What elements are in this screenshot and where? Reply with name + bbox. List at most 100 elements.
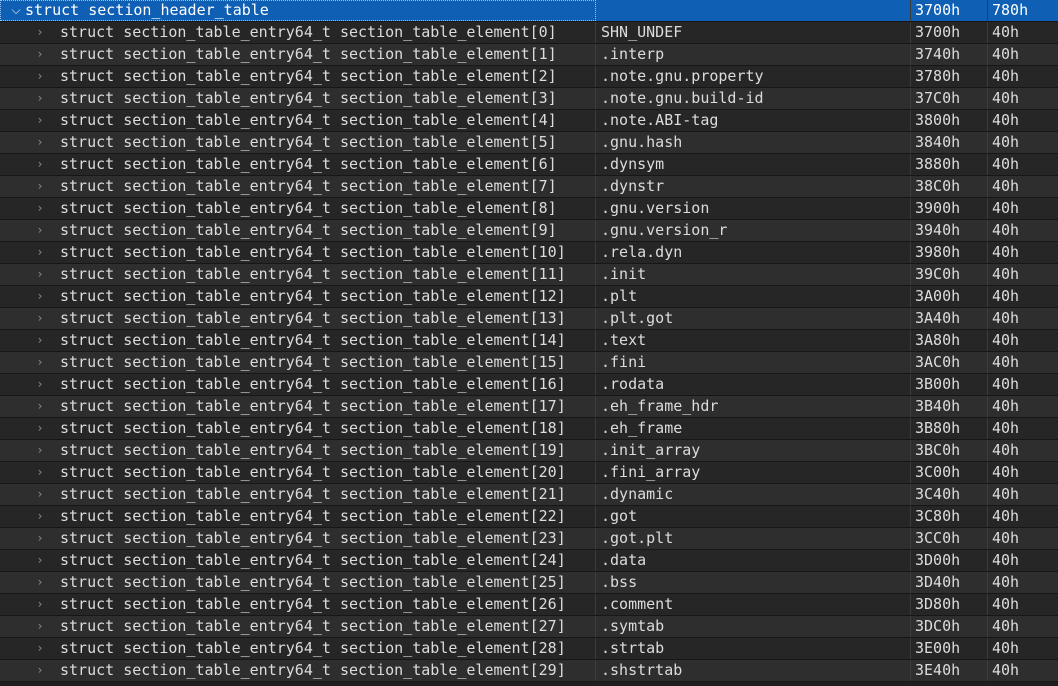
tree-row[interactable]: › struct section_table_entry64_t section_…: [0, 462, 1058, 484]
name-cell[interactable]: › struct section_table_entry64_t section_…: [0, 44, 596, 65]
name-cell[interactable]: › struct section_table_entry64_t section_…: [0, 176, 596, 197]
row-name: struct section_table_entry64_t section_t…: [60, 551, 566, 569]
tree-row[interactable]: › struct section_table_entry64_t section_…: [0, 110, 1058, 132]
chevron-right-icon[interactable]: ›: [32, 242, 48, 263]
name-cell[interactable]: › struct section_table_entry64_t section_…: [0, 440, 596, 461]
tree-row[interactable]: › struct section_table_entry64_t section_…: [0, 506, 1058, 528]
name-cell[interactable]: › struct section_table_entry64_t section_…: [0, 132, 596, 153]
name-cell[interactable]: › struct section_table_entry64_t section_…: [0, 22, 596, 43]
tree-row[interactable]: › struct section_table_entry64_t section_…: [0, 198, 1058, 220]
tree-row[interactable]: › struct section_table_entry64_t section_…: [0, 286, 1058, 308]
name-cell[interactable]: › struct section_table_entry64_t section_…: [0, 462, 596, 483]
name-cell[interactable]: › struct section_table_entry64_t section_…: [0, 594, 596, 615]
chevron-right-icon[interactable]: ›: [32, 286, 48, 307]
chevron-right-icon[interactable]: ›: [32, 88, 48, 109]
chevron-right-icon[interactable]: ›: [32, 550, 48, 571]
tree-row[interactable]: › struct section_table_entry64_t section_…: [0, 440, 1058, 462]
start-cell: 3D80h: [911, 594, 988, 615]
tree-row[interactable]: › struct section_table_entry64_t section_…: [0, 88, 1058, 110]
tree-row[interactable]: › struct section_table_entry64_t section_…: [0, 352, 1058, 374]
chevron-right-icon[interactable]: ›: [32, 66, 48, 87]
chevron-right-icon[interactable]: ›: [32, 308, 48, 329]
chevron-right-icon[interactable]: ›: [32, 176, 48, 197]
tree-row[interactable]: › struct section_table_entry64_t section_…: [0, 330, 1058, 352]
tree-row[interactable]: › struct section_table_entry64_t section_…: [0, 418, 1058, 440]
chevron-right-icon[interactable]: ›: [32, 132, 48, 153]
tree-row[interactable]: › struct section_table_entry64_t section_…: [0, 616, 1058, 638]
tree-row[interactable]: › struct section_table_entry64_t section_…: [0, 308, 1058, 330]
chevron-right-icon[interactable]: ›: [32, 594, 48, 615]
tree-row[interactable]: › struct section_table_entry64_t section_…: [0, 220, 1058, 242]
size-cell: 40h: [992, 617, 1020, 635]
name-cell[interactable]: › struct section_table_entry64_t section_…: [0, 242, 596, 263]
name-cell[interactable]: › struct section_table_entry64_t section_…: [0, 374, 596, 395]
name-cell[interactable]: › struct section_table_entry64_t section_…: [0, 308, 596, 329]
name-cell[interactable]: › struct section_table_entry64_t section_…: [0, 550, 596, 571]
chevron-right-icon[interactable]: ›: [32, 396, 48, 417]
chevron-right-icon[interactable]: ›: [32, 352, 48, 373]
name-cell[interactable]: › struct section_table_entry64_t section_…: [0, 528, 596, 549]
name-cell[interactable]: › struct section_table_entry64_t section_…: [0, 396, 596, 417]
tree-row[interactable]: › struct section_table_entry64_t section_…: [0, 66, 1058, 88]
tree-row[interactable]: › struct section_table_entry64_t section_…: [0, 638, 1058, 660]
chevron-down-icon[interactable]: ⌵: [7, 1, 25, 20]
name-cell[interactable]: › struct section_table_entry64_t section_…: [0, 110, 596, 131]
tree-row[interactable]: › struct section_table_entry64_t section_…: [0, 374, 1058, 396]
name-cell[interactable]: › struct section_table_entry64_t section_…: [0, 330, 596, 351]
name-cell[interactable]: › struct section_table_entry64_t section_…: [0, 572, 596, 593]
template-results-tree[interactable]: ⌵ struct section_header_table 3700h 780h…: [0, 0, 1058, 686]
chevron-right-icon[interactable]: ›: [32, 462, 48, 483]
name-cell[interactable]: ⌵ struct section_header_table: [0, 0, 596, 21]
name-cell[interactable]: › struct section_table_entry64_t section_…: [0, 88, 596, 109]
tree-row[interactable]: › struct section_table_entry64_t section_…: [0, 176, 1058, 198]
tree-row[interactable]: › struct section_table_entry64_t section_…: [0, 528, 1058, 550]
name-cell[interactable]: › struct section_table_entry64_t section_…: [0, 660, 596, 681]
tree-row[interactable]: › struct section_table_entry64_t section_…: [0, 132, 1058, 154]
chevron-right-icon[interactable]: ›: [32, 154, 48, 175]
chevron-right-icon[interactable]: ›: [32, 638, 48, 659]
name-cell[interactable]: › struct section_table_entry64_t section_…: [0, 506, 596, 527]
tree-row[interactable]: › struct section_table_entry64_t section_…: [0, 550, 1058, 572]
name-cell[interactable]: › struct section_table_entry64_t section_…: [0, 220, 596, 241]
name-cell[interactable]: › struct section_table_entry64_t section_…: [0, 484, 596, 505]
tree-row[interactable]: › struct section_table_entry64_t section_…: [0, 154, 1058, 176]
tree-row[interactable]: › struct section_table_entry64_t section_…: [0, 264, 1058, 286]
name-cell[interactable]: › struct section_table_entry64_t section_…: [0, 198, 596, 219]
name-cell[interactable]: › struct section_table_entry64_t section_…: [0, 418, 596, 439]
name-cell[interactable]: › struct section_table_entry64_t section_…: [0, 154, 596, 175]
tree-row[interactable]: › struct section_table_entry64_t section_…: [0, 44, 1058, 66]
chevron-right-icon[interactable]: ›: [32, 330, 48, 351]
tree-row[interactable]: › struct section_table_entry64_t section_…: [0, 572, 1058, 594]
chevron-right-icon[interactable]: ›: [32, 220, 48, 241]
name-cell[interactable]: › struct section_table_entry64_t section_…: [0, 264, 596, 285]
chevron-right-icon[interactable]: ›: [32, 264, 48, 285]
chevron-right-icon[interactable]: ›: [32, 22, 48, 43]
chevron-right-icon[interactable]: ›: [32, 572, 48, 593]
chevron-right-icon[interactable]: ›: [32, 660, 48, 681]
chevron-right-icon[interactable]: ›: [32, 440, 48, 461]
name-cell[interactable]: › struct section_table_entry64_t section_…: [0, 352, 596, 373]
tree-row[interactable]: › struct section_table_entry64_t section_…: [0, 242, 1058, 264]
tree-row[interactable]: › struct section_table_entry64_t section_…: [0, 22, 1058, 44]
name-cell[interactable]: › struct section_table_entry64_t section_…: [0, 638, 596, 659]
chevron-right-icon[interactable]: ›: [32, 484, 48, 505]
chevron-right-icon[interactable]: ›: [32, 616, 48, 637]
tree-row[interactable]: › struct section_table_entry64_t section_…: [0, 484, 1058, 506]
chevron-right-icon[interactable]: ›: [32, 528, 48, 549]
chevron-right-icon[interactable]: ›: [32, 506, 48, 527]
tree-row[interactable]: › struct section_table_entry64_t section_…: [0, 594, 1058, 616]
tree-row[interactable]: › struct section_table_entry64_t section_…: [0, 396, 1058, 418]
chevron-right-icon[interactable]: ›: [32, 418, 48, 439]
chevron-right-icon[interactable]: ›: [32, 44, 48, 65]
name-cell[interactable]: › struct section_table_entry64_t section_…: [0, 66, 596, 87]
chevron-right-icon[interactable]: ›: [32, 198, 48, 219]
chevron-right-icon[interactable]: ›: [32, 374, 48, 395]
chevron-right-icon[interactable]: ›: [32, 110, 48, 131]
name-cell[interactable]: › struct section_table_entry64_t section_…: [0, 286, 596, 307]
value-cell: .shstrtab: [596, 660, 911, 681]
name-cell[interactable]: › struct section_table_entry64_t section_…: [0, 616, 596, 637]
tree-row[interactable]: › struct section_table_entry64_t section_…: [0, 660, 1058, 682]
row-name: struct section_table_entry64_t section_t…: [60, 441, 566, 459]
tree-row-section-header-table[interactable]: ⌵ struct section_header_table 3700h 780h: [0, 0, 1058, 22]
start-cell: 3A80h: [911, 330, 988, 351]
